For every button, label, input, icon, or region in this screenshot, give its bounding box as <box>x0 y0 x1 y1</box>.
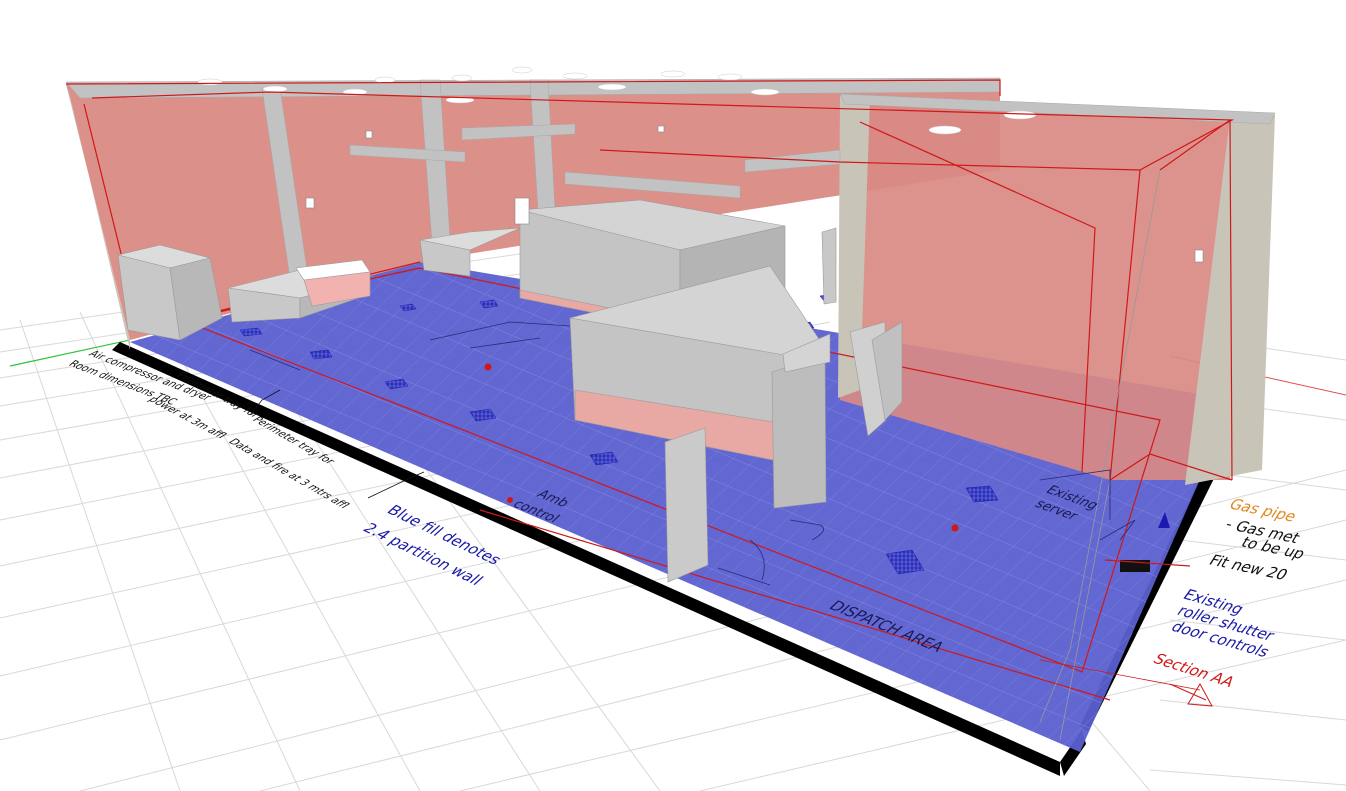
3d-viewport[interactable]: Air compressor and dryer Room dimensions… <box>0 0 1346 791</box>
building-model-scene: Air compressor and dryer Room dimensions… <box>0 66 1346 791</box>
section-aa-label: Section AA <box>1149 651 1238 691</box>
